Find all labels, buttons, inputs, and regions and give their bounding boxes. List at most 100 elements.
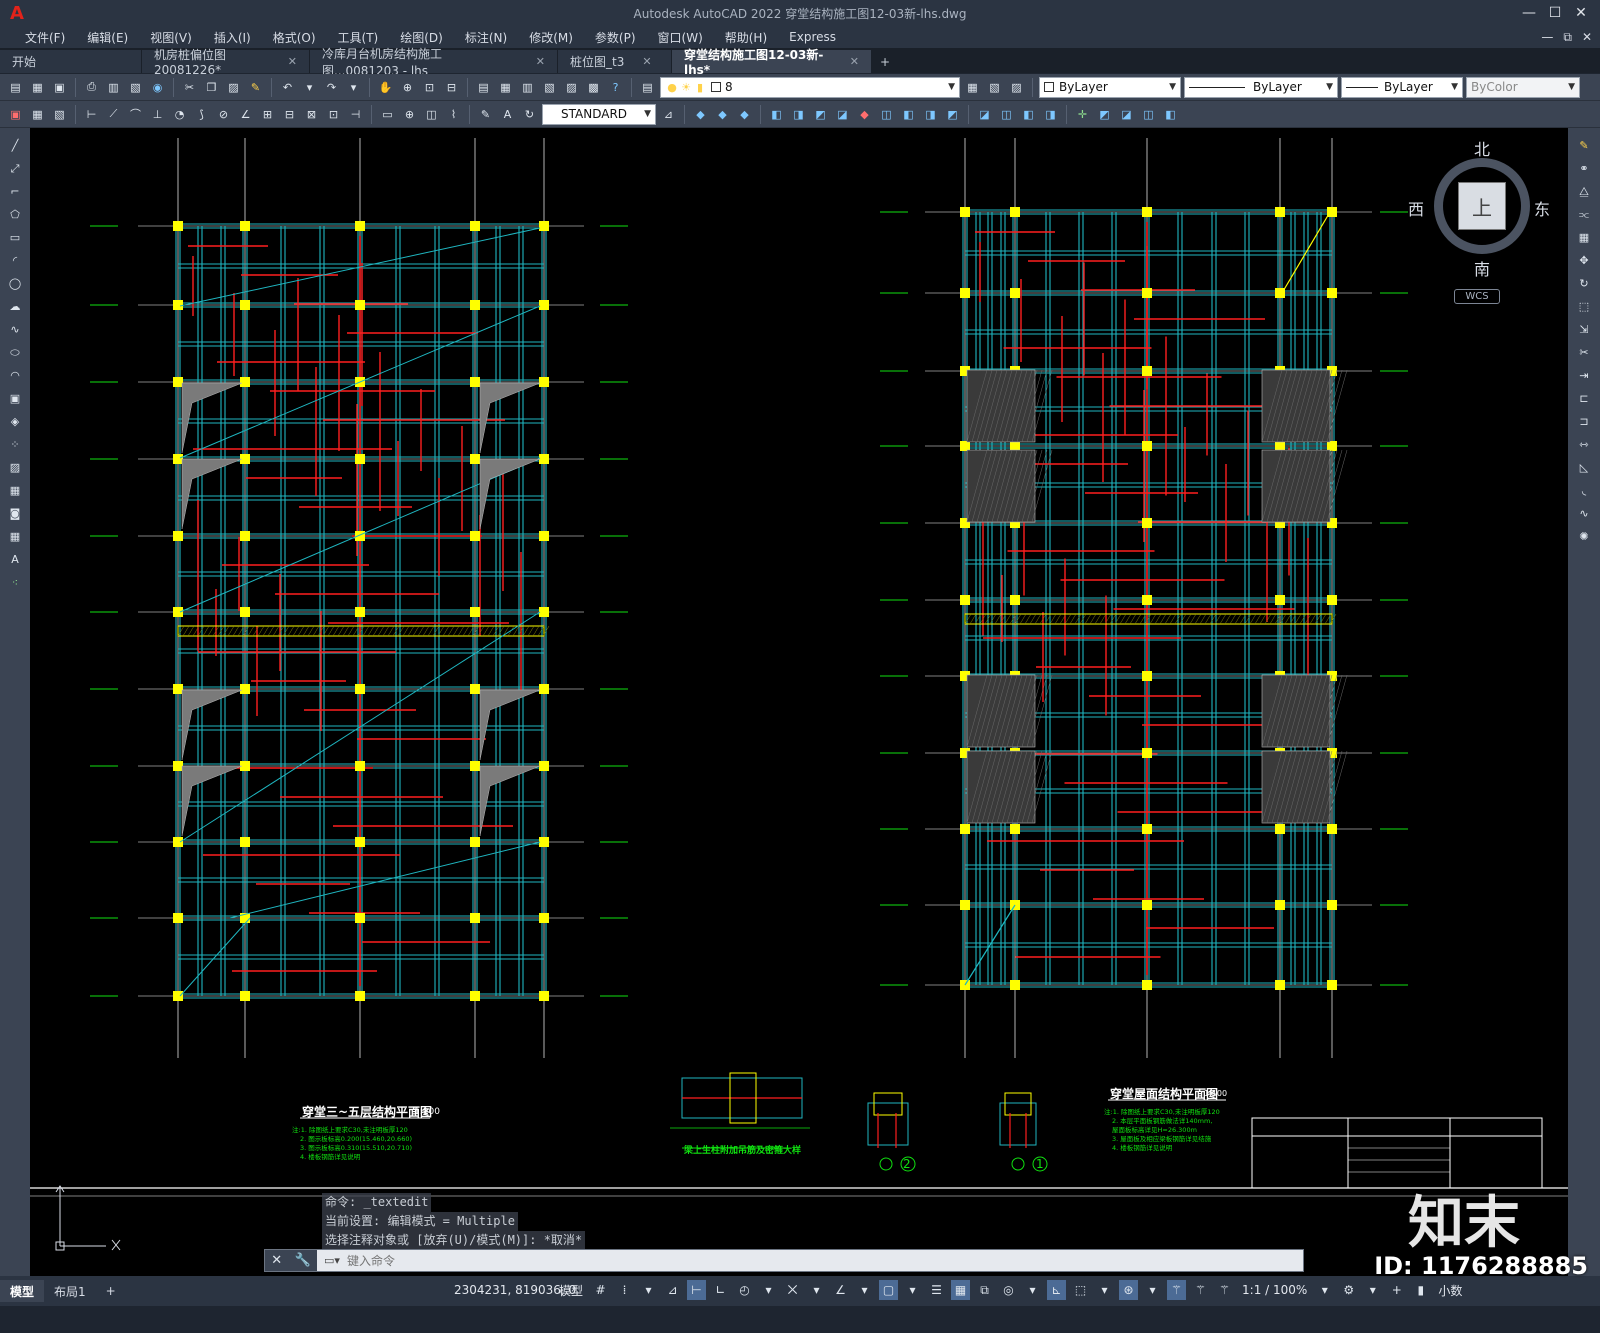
doc-restore-icon[interactable]: ⧉ <box>1563 30 1572 45</box>
region-icon[interactable]: ◙ <box>6 504 25 523</box>
box-icon[interactable]: ◆ <box>691 105 710 124</box>
help-icon[interactable]: ? <box>606 78 625 97</box>
jogged-dimension-icon[interactable]: ⟆ <box>192 105 211 124</box>
autocad-logo-icon[interactable]: A <box>0 0 34 26</box>
close-icon[interactable]: ✕ <box>642 55 651 68</box>
chevron-down-icon[interactable]: ▾ <box>1363 1280 1382 1300</box>
viewcube[interactable]: 上 北 南 东 西 WCS <box>1408 136 1550 306</box>
array-icon[interactable]: ▦ <box>1575 228 1594 247</box>
dimension-edit-icon[interactable]: ✎ <box>476 105 495 124</box>
dimension-update-icon[interactable]: ↻ <box>520 105 539 124</box>
menu-tools[interactable]: 工具(T) <box>327 29 390 46</box>
tab-file-2[interactable]: 冷库月台机房结构施工图...0081203 - lhs ✕ <box>310 47 558 78</box>
extrude-icon[interactable]: ◧ <box>767 105 786 124</box>
add-selected-icon[interactable]: ⁖ <box>6 573 25 592</box>
doc-close-icon[interactable]: ✕ <box>1582 30 1592 45</box>
chevron-down-icon[interactable]: ▾ <box>1143 1280 1162 1300</box>
zoom-window-icon[interactable]: ⊡ <box>420 78 439 97</box>
ortho-icon[interactable]: ∟ <box>711 1280 730 1300</box>
redo-dropdown-icon[interactable]: ▾ <box>344 78 363 97</box>
scale-icon[interactable]: ⬚ <box>1575 297 1594 316</box>
markup-icon[interactable]: ▨ <box>562 78 581 97</box>
compass-east[interactable]: 东 <box>1534 196 1550 220</box>
imprint-icon[interactable]: ◫ <box>997 105 1016 124</box>
layer-isolate-icon[interactable]: ▣ <box>6 105 25 124</box>
tab-model[interactable]: 模型 <box>0 1280 45 1302</box>
presspull-icon[interactable]: ◨ <box>789 105 808 124</box>
menu-draw[interactable]: 绘图(D) <box>389 29 454 46</box>
make-block-icon[interactable]: ◈ <box>6 412 25 431</box>
blend-curves-icon[interactable]: ∿ <box>1575 504 1594 523</box>
line-icon[interactable]: ╱ <box>6 136 25 155</box>
dimension-break-icon[interactable]: ⊣ <box>346 105 365 124</box>
break-at-point-icon[interactable]: ⊏ <box>1575 389 1594 408</box>
center-mark-icon[interactable]: ⊕ <box>400 105 419 124</box>
linetype-dropdown[interactable]: ByLayer ▼ <box>1184 76 1338 98</box>
polyline-icon[interactable]: ⌐ <box>6 182 25 201</box>
tab-layout1[interactable]: 布局1 <box>44 1280 96 1302</box>
copy-icon[interactable]: ❐ <box>202 78 221 97</box>
model-space-button[interactable]: 模型 <box>556 1282 586 1299</box>
menu-express[interactable]: Express <box>778 30 847 44</box>
dimension-text-edit-icon[interactable]: A <box>498 105 517 124</box>
insert-block-icon[interactable]: ▣ <box>6 389 25 408</box>
circle-icon[interactable]: ◯ <box>6 274 25 293</box>
dimension-space-icon[interactable]: ⊡ <box>324 105 343 124</box>
snap-icon[interactable]: ⁞ <box>615 1280 634 1300</box>
compass-north[interactable]: 北 <box>1474 136 1490 160</box>
undo-icon[interactable]: ↶ <box>278 78 297 97</box>
chevron-down-icon[interactable]: ▾ <box>1095 1280 1114 1300</box>
compass-west[interactable]: 西 <box>1408 196 1424 220</box>
3d-mirror-icon[interactable]: ◧ <box>1161 105 1180 124</box>
menu-window[interactable]: 窗口(W) <box>647 29 714 46</box>
gizmo-icon[interactable]: ⊛ <box>1119 1280 1139 1300</box>
construction-line-icon[interactable]: ⤢ <box>6 159 25 178</box>
angular-dimension-icon[interactable]: ∠ <box>236 105 255 124</box>
open-icon[interactable]: ▦ <box>28 78 47 97</box>
clean-icon[interactable]: ◨ <box>1041 105 1060 124</box>
explode-icon[interactable]: ✺ <box>1575 527 1594 546</box>
preview-icon[interactable]: ▥ <box>104 78 123 97</box>
new-icon[interactable]: ▤ <box>6 78 25 97</box>
sheet-set-icon[interactable]: ▧ <box>540 78 559 97</box>
compass-south[interactable]: 南 <box>1474 256 1490 280</box>
wedge-icon[interactable]: ◆ <box>713 105 732 124</box>
tab-start[interactable]: 开始 <box>0 50 142 73</box>
move-icon[interactable]: ✥ <box>1575 251 1594 270</box>
transparency-icon[interactable]: ▦ <box>951 1280 971 1300</box>
shell-icon[interactable]: ◪ <box>975 105 994 124</box>
union-icon[interactable]: ◫ <box>877 105 896 124</box>
recent-commands-icon[interactable]: ▭▾ <box>317 1254 347 1267</box>
baseline-dimension-icon[interactable]: ⊟ <box>280 105 299 124</box>
ordinate-dimension-icon[interactable]: ⊥ <box>148 105 167 124</box>
new-tab-button[interactable]: + <box>872 50 898 73</box>
join-icon[interactable]: ⇿ <box>1575 435 1594 454</box>
menu-modify[interactable]: 修改(M) <box>518 29 584 46</box>
gradient-icon[interactable]: ▦ <box>6 481 25 500</box>
aligned-dimension-icon[interactable]: ⟋ <box>104 105 123 124</box>
polygon-icon[interactable]: ⬠ <box>6 205 25 224</box>
layer-merge-icon[interactable]: ▧ <box>50 105 69 124</box>
rotate-icon[interactable]: ↻ <box>1575 274 1594 293</box>
isodraft-icon[interactable]: ⨉ <box>783 1280 802 1300</box>
menu-edit[interactable]: 编辑(E) <box>76 29 139 46</box>
grid-icon[interactable]: # <box>591 1280 610 1300</box>
erase-icon[interactable]: ✎ <box>1575 136 1594 155</box>
chevron-down-icon[interactable]: ▾ <box>855 1280 874 1300</box>
offset-icon[interactable]: ⫗ <box>1575 205 1594 224</box>
close-icon[interactable]: ✕ <box>271 1253 282 1268</box>
pan-icon[interactable]: ✋ <box>376 78 395 97</box>
object-snap-icon[interactable]: ▢ <box>879 1280 899 1300</box>
inspection-icon[interactable]: ◫ <box>422 105 441 124</box>
spline-icon[interactable]: ∿ <box>6 320 25 339</box>
close-icon[interactable]: ✕ <box>288 55 297 68</box>
3d-align-icon[interactable]: ◪ <box>1117 105 1136 124</box>
rectangle-icon[interactable]: ▭ <box>6 228 25 247</box>
radius-dimension-icon[interactable]: ◔ <box>170 105 189 124</box>
menu-dimension[interactable]: 标注(N) <box>454 29 518 46</box>
intersect-icon[interactable]: ◨ <box>921 105 940 124</box>
tab-file-active[interactable]: 穿堂结构施工图12-03新-lhs* ✕ <box>672 48 872 77</box>
dynamic-input-icon[interactable]: ⊢ <box>687 1280 707 1300</box>
annotation-visibility-icon[interactable]: ⚚ <box>1167 1280 1187 1300</box>
text-style-dropdown[interactable]: STANDARD ▼ <box>542 103 656 125</box>
